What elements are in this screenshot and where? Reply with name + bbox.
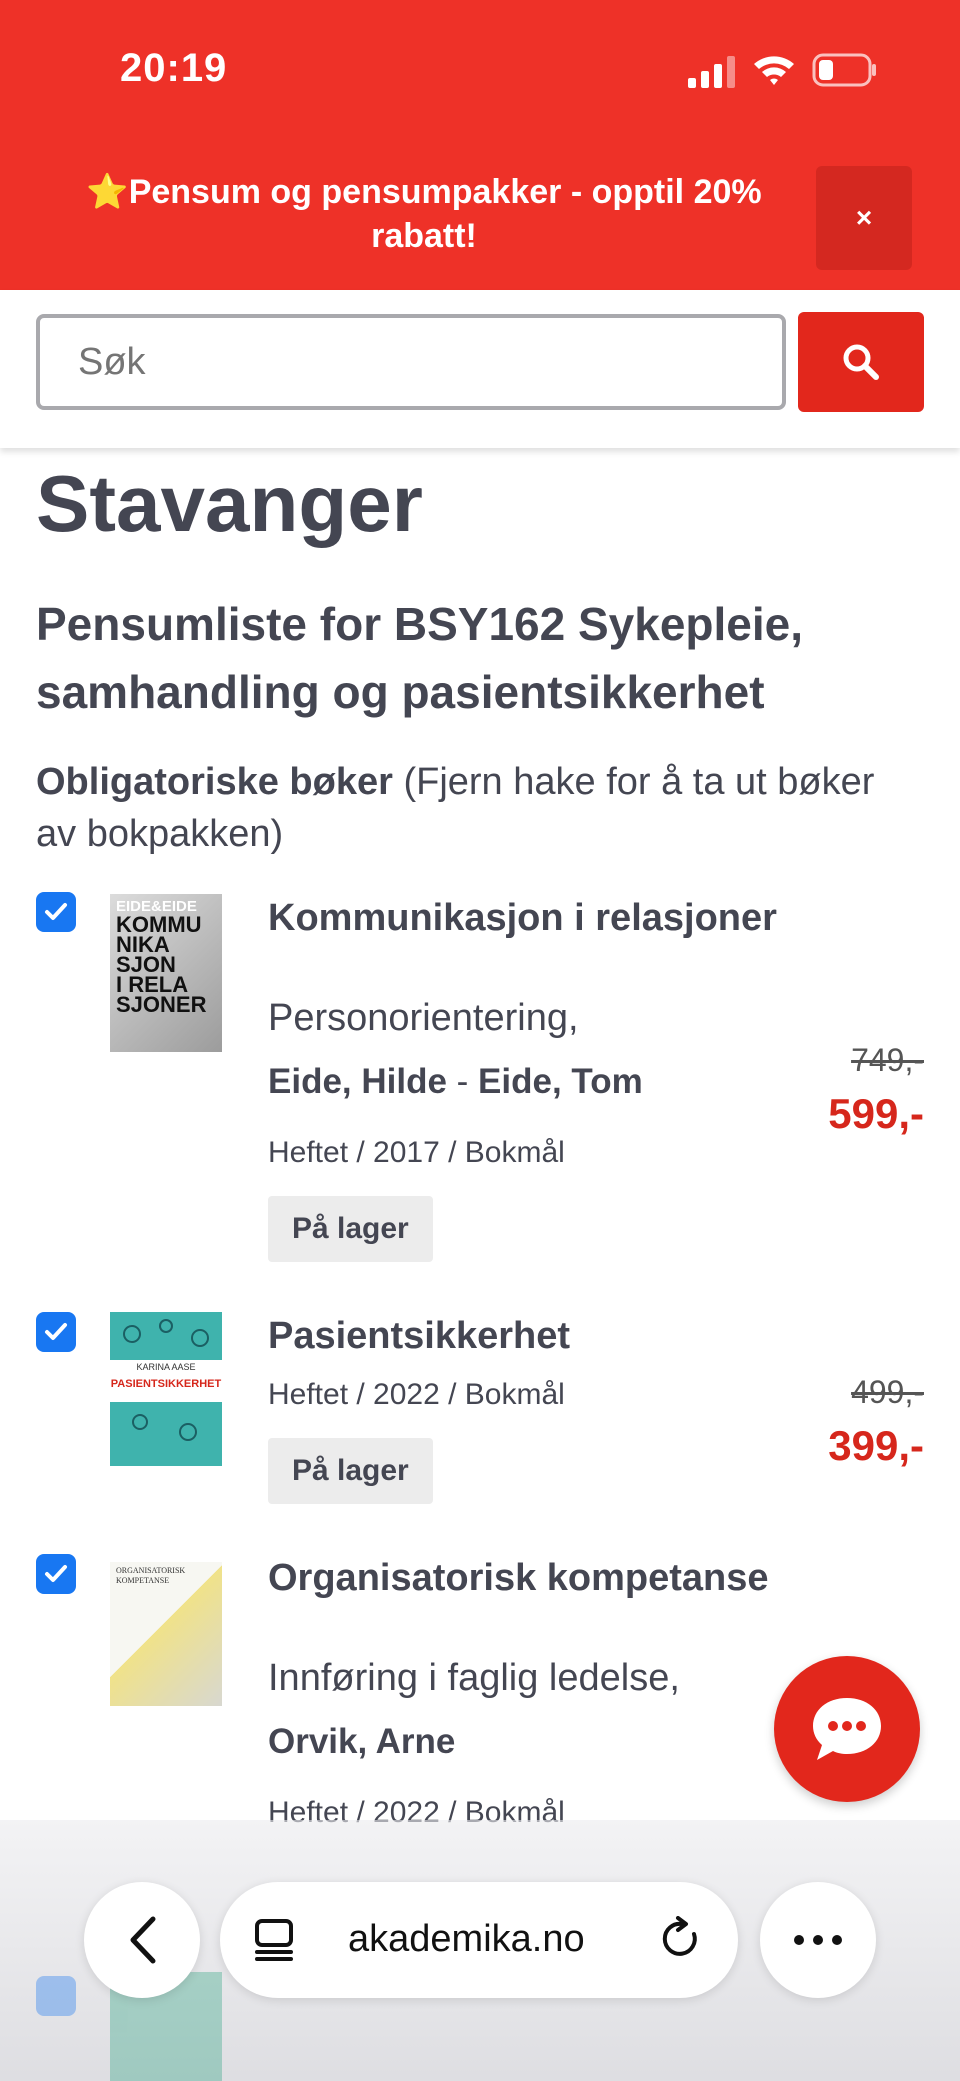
author-separator: - [446,1062,479,1101]
section-title: Obligatoriske bøker (Fjern hake for å ta… [36,756,916,860]
section-title-bold: Obligatoriske bøker [36,761,393,803]
book-checkbox[interactable] [36,1554,76,1594]
chevron-left-icon [130,1916,156,1964]
close-icon: × [855,202,873,233]
book-checkbox[interactable] [36,1312,76,1352]
book-meta: Heftet / 2022 / Bokmål [268,1378,565,1411]
wifi-icon [754,56,794,85]
promo-text: Pensum og pensumpakker - opptil 20% raba… [128,173,762,255]
checkmark-icon [45,903,67,920]
promo-banner[interactable]: ⭐Pensum og pensumpakker - opptil 20% rab… [34,170,814,258]
search-button[interactable] [798,312,924,412]
ellipsis-icon [794,1935,842,1945]
author-link[interactable]: Eide, Hilde [268,1062,447,1101]
book-cover[interactable]: ORGANISATORISK KOMPETANSE [110,1562,222,1706]
price: 599,- [828,1090,924,1137]
old-price: 749,- [851,1042,924,1078]
author-link[interactable]: Eide, Tom [478,1062,643,1101]
cover-author: KARINA AASE [136,1362,196,1372]
chat-button[interactable] [774,1656,920,1802]
book-cover[interactable]: EIDE&EIDE KOMMU NIKA SJON I RELA SJONER [110,894,222,1052]
top-banner: 20:19 ⭐Pensum og pensumpakker - opptil 2… [0,0,960,290]
book-title-link[interactable]: Kommunikasjon i relasjoner [268,894,788,943]
page-subtitle: Pensumliste for BSY162 Sykepleie, samhan… [36,598,804,718]
book-cover[interactable]: KARINA AASE PASIENTSIKKERHET [110,1312,222,1466]
star-icon: ⭐ [86,173,129,211]
status-bar: 20:19 [0,0,960,140]
back-button[interactable] [84,1882,200,1998]
cover-text: SJONER [116,992,207,1017]
book-subtitle: Innføring i faglig ledelse, [268,1657,680,1699]
book-authors: Eide, Hilde - Eide, Tom [268,1062,643,1102]
promo-close-button[interactable]: × [816,166,912,270]
search-icon [843,344,879,380]
search-bar [0,290,960,448]
book-title-link[interactable]: Pasientsikkerhet [268,1312,788,1361]
address-bar[interactable]: akademika.no [220,1882,738,1998]
battery-icon [812,53,876,87]
search-input[interactable] [36,314,786,410]
book-title-link[interactable]: Organisatorisk kompetanse [268,1554,788,1603]
reload-icon[interactable] [660,1916,702,1962]
tabs-icon [255,1919,293,1961]
cover-text: ORGANISATORISK [116,1566,186,1575]
stock-badge: På lager [268,1196,433,1262]
url-text: akademika.no [348,1918,585,1960]
stock-badge: På lager [268,1438,433,1504]
cover-text: KOMPETANSE [116,1576,170,1585]
more-options-button[interactable] [760,1882,876,1998]
status-time: 20:19 [120,46,228,90]
old-price: 499,- [851,1374,924,1410]
cover-title: PASIENTSIKKERHET [110,1378,222,1390]
price: 399,- [828,1422,924,1469]
book-subtitle: Personorientering, [268,997,579,1039]
book-authors: Orvik, Arne [268,1722,455,1762]
checkmark-icon [45,1323,67,1340]
signal-icon [688,56,735,88]
page-title: Stavanger [36,459,423,548]
checkmark-icon [45,1565,67,1582]
chat-bubble-icon [813,1698,881,1760]
author-link[interactable]: Orvik, Arne [268,1722,455,1761]
book-meta: Heftet / 2017 / Bokmål [268,1136,565,1169]
book-checkbox[interactable] [36,892,76,932]
